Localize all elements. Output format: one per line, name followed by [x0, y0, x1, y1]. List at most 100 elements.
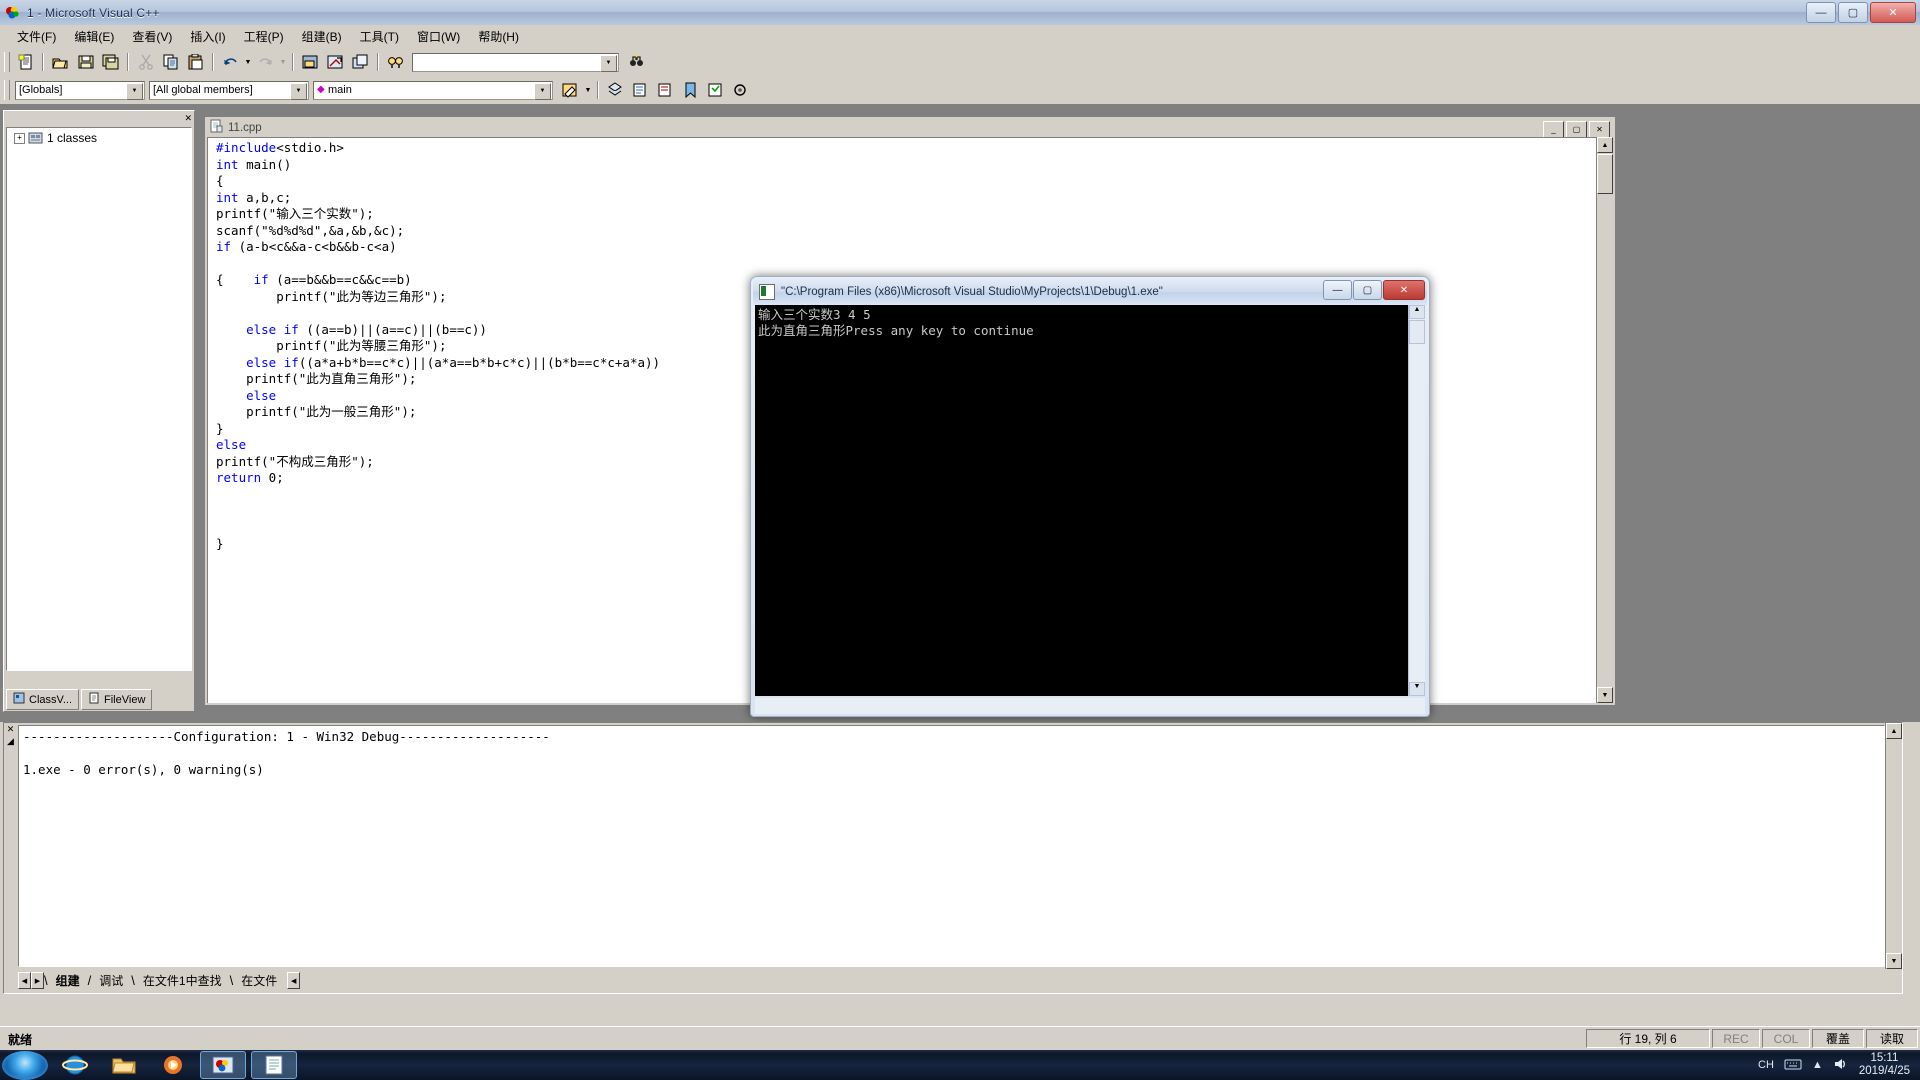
output-vertical-scrollbar[interactable]: ▲ ▼ — [1885, 723, 1902, 969]
console-scroll-thumb[interactable] — [1409, 320, 1425, 344]
tree-item-classes[interactable]: + 1 classes — [7, 128, 191, 148]
find-in-files-icon[interactable] — [384, 51, 407, 73]
scroll-down-arrow-icon[interactable]: ▼ — [1597, 687, 1613, 703]
menu-edit[interactable]: 编辑(E) — [65, 25, 123, 48]
output-tab-find-in-files-2[interactable]: 在文件 — [233, 972, 285, 989]
tree-expander-icon[interactable]: + — [14, 132, 25, 144]
fileview-icon — [88, 692, 100, 707]
paste-icon[interactable] — [184, 51, 207, 73]
taskbar-clock[interactable]: 15:11 2019/4/25 — [1859, 1052, 1910, 1078]
wizardbar-dropdown-arrow-icon[interactable]: ▼ — [583, 79, 593, 101]
code-line: printf("此为直角三角形"); — [216, 371, 417, 386]
taskbar-ie-icon[interactable] — [53, 1052, 97, 1078]
symbol-combo[interactable]: ◆ main ▼ — [313, 80, 553, 100]
scope-combo-arrow-icon[interactable]: ▼ — [126, 82, 143, 100]
members-combo[interactable]: [All global members] ▼ — [149, 80, 309, 100]
scroll-up-arrow-icon[interactable]: ▲ — [1597, 137, 1613, 153]
editor-vertical-scrollbar[interactable]: ▲ ▼ — [1596, 137, 1613, 703]
class-tree[interactable]: + 1 classes — [6, 127, 192, 671]
search-dropdown-arrow-icon[interactable]: ▼ — [600, 54, 617, 72]
output-tab-scroll-left-button[interactable]: ◀ — [287, 972, 301, 989]
undo-dropdown-arrow-icon[interactable]: ▼ — [243, 51, 253, 73]
console-scroll-down-icon[interactable]: ▼ — [1409, 682, 1425, 696]
menu-view[interactable]: 查看(V) — [123, 25, 181, 48]
bookmark-icon[interactable] — [679, 79, 702, 101]
editor-maximize-button[interactable]: ▢ — [1566, 121, 1587, 138]
speaker-icon[interactable] — [1833, 1057, 1849, 1074]
output-tab-debug[interactable]: 调试 — [91, 972, 131, 989]
members-combo-arrow-icon[interactable]: ▼ — [290, 82, 307, 100]
editor-title-bar: 11.cpp _ ▢ ✕ — [207, 119, 1613, 138]
open-icon[interactable] — [49, 51, 72, 73]
editor-close-button[interactable]: ✕ — [1589, 121, 1610, 138]
cpp-file-icon — [210, 119, 223, 138]
redo-icon[interactable] — [254, 51, 277, 73]
symbol-combo-arrow-icon[interactable]: ▼ — [534, 82, 551, 100]
cut-icon[interactable] — [134, 51, 157, 73]
scroll-thumb[interactable] — [1597, 154, 1613, 194]
toolbar-grip[interactable] — [4, 52, 10, 72]
new-text-file-icon[interactable] — [14, 51, 37, 73]
output-text-area[interactable]: --------------------Configuration: 1 - W… — [18, 725, 1885, 967]
output-tab-next-button[interactable]: ▶ — [31, 972, 44, 989]
output-scroll-down-icon[interactable]: ▼ — [1886, 953, 1902, 969]
menu-tools[interactable]: 工具(T) — [351, 25, 408, 48]
tab-fileview[interactable]: FileView — [81, 689, 153, 710]
menu-build[interactable]: 组建(B) — [293, 25, 351, 48]
binoculars-icon[interactable] — [625, 51, 648, 73]
console-close-button[interactable]: ✕ — [1383, 280, 1425, 300]
scope-combo[interactable]: [Globals] ▼ — [15, 80, 145, 100]
copy-icon[interactable] — [159, 51, 182, 73]
output-icon[interactable] — [324, 51, 347, 73]
console-vertical-scrollbar[interactable]: ▲ ▼ — [1408, 305, 1425, 696]
wizardbar-action-icon[interactable] — [559, 79, 582, 101]
taskbar-vcpp-icon[interactable] — [200, 1051, 246, 1079]
tree-item-label: 1 classes — [47, 131, 98, 145]
close-button[interactable]: ✕ — [1870, 2, 1916, 23]
menu-window[interactable]: 窗口(W) — [408, 25, 469, 48]
ime-indicator[interactable]: CH — [1758, 1059, 1774, 1071]
edit-code-icon[interactable] — [704, 79, 727, 101]
workspace-close-icon[interactable]: ✕ — [184, 113, 192, 123]
console-maximize-button[interactable]: ▢ — [1353, 280, 1382, 300]
start-button[interactable] — [2, 1050, 48, 1080]
wizardbar-grip[interactable] — [4, 80, 10, 100]
console-scroll-up-icon[interactable]: ▲ — [1409, 305, 1425, 319]
console-minimize-button[interactable]: — — [1323, 280, 1352, 300]
menu-file[interactable]: 文件(F) — [8, 25, 65, 48]
menu-project[interactable]: 工程(P) — [235, 25, 293, 48]
goto-declaration-icon[interactable] — [654, 79, 677, 101]
console-window: "C:\Program Files (x86)\Microsoft Visual… — [750, 276, 1430, 717]
search-input[interactable]: ▼ — [412, 52, 619, 72]
tab-classview[interactable]: ClassV... — [6, 689, 80, 710]
output-scroll-up-icon[interactable]: ▲ — [1886, 723, 1902, 739]
console-output-area[interactable]: 输入三个实数3 4 5 此为直角三角形Press any key to cont… — [755, 305, 1425, 696]
code-line: } — [216, 536, 224, 551]
build-output-text: --------------------Configuration: 1 - W… — [23, 729, 550, 777]
menu-insert[interactable]: 插入(I) — [181, 25, 234, 48]
maximize-button[interactable]: ▢ — [1838, 2, 1868, 23]
properties-icon[interactable] — [729, 79, 752, 101]
output-tab-find-in-files-1[interactable]: 在文件1中查找 — [135, 972, 230, 989]
undo-icon[interactable] — [219, 51, 242, 73]
save-icon[interactable] — [74, 51, 97, 73]
goto-definition-icon[interactable] — [629, 79, 652, 101]
workspace-icon[interactable] — [299, 51, 322, 73]
console-output-text: 输入三个实数3 4 5 此为直角三角形Press any key to cont… — [758, 307, 1034, 338]
editor-minimize-button[interactable]: _ — [1543, 121, 1564, 138]
output-pane: ✕ ◢ --------------------Configuration: 1… — [3, 722, 1903, 994]
taskbar-doc-icon[interactable] — [251, 1051, 297, 1079]
taskbar-media-icon[interactable] — [151, 1052, 195, 1078]
keyboard-icon[interactable] — [1784, 1058, 1802, 1073]
window-list-icon[interactable] — [349, 51, 372, 73]
show-hidden-icons-icon[interactable]: ▲ — [1812, 1059, 1823, 1071]
output-close-icon[interactable]: ✕ — [4, 724, 17, 735]
class-wizard-icon[interactable] — [604, 79, 627, 101]
minimize-button[interactable]: — — [1806, 2, 1836, 23]
output-tab-build[interactable]: 组建 — [48, 972, 88, 989]
taskbar-explorer-icon[interactable] — [102, 1052, 146, 1078]
output-tab-prev-button[interactable]: ◀ — [18, 972, 31, 989]
output-collapse-icon[interactable]: ◢ — [4, 736, 17, 747]
save-all-icon[interactable] — [99, 51, 122, 73]
menu-help[interactable]: 帮助(H) — [469, 25, 528, 48]
